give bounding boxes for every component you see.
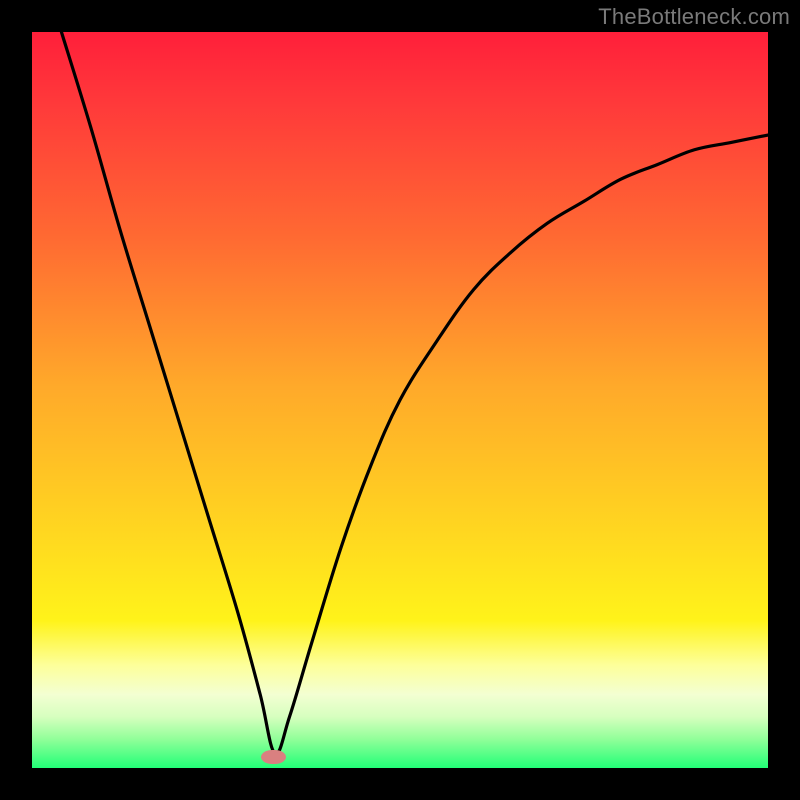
minimum-marker bbox=[261, 750, 287, 763]
curve-layer bbox=[0, 0, 800, 800]
bottleneck-curve bbox=[61, 32, 768, 754]
outer-frame: TheBottleneck.com bbox=[0, 0, 800, 800]
